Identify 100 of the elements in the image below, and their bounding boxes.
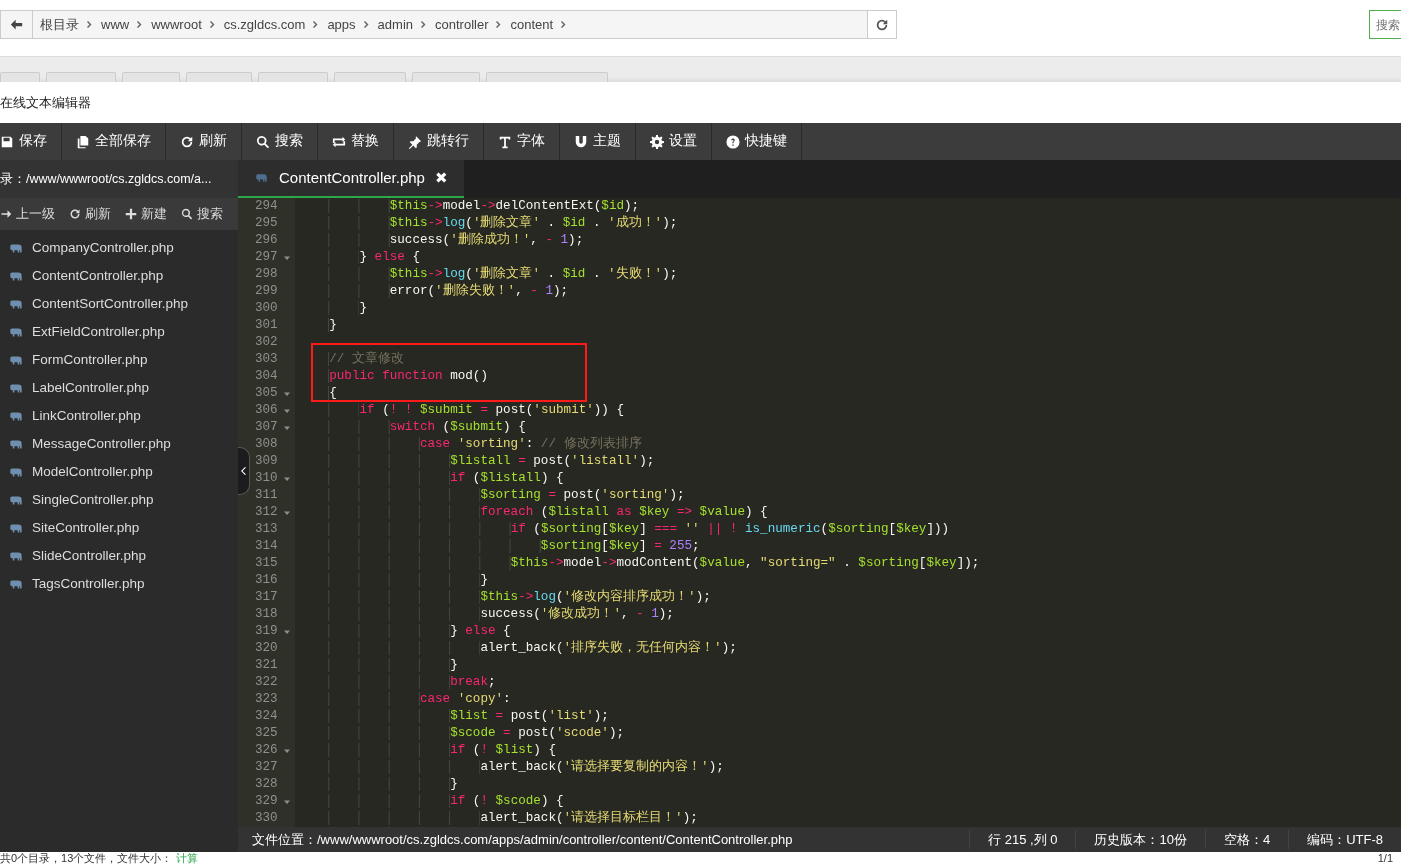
line-number: 320	[254, 640, 279, 657]
code-line: $sorting = post('sorting');	[295, 487, 685, 504]
page-indicator: 1/1	[1377, 852, 1393, 865]
code-line: $this->model->modContent($value, "sorting=" . $sorting[$key]);	[295, 555, 980, 572]
line-number: 306	[254, 402, 279, 419]
line-number: 299	[254, 283, 279, 300]
search-icon	[181, 208, 193, 220]
file-item[interactable]: CompanyController.php	[0, 234, 238, 262]
chevron-icon	[208, 20, 217, 29]
code-line: $listall = post('listall');	[295, 453, 655, 470]
file-item[interactable]: SlideController.php	[0, 542, 238, 570]
elephant-icon	[8, 521, 24, 535]
sidebar-action-button[interactable]: 刷新	[69, 204, 111, 224]
code-line: // 文章修改	[295, 351, 404, 368]
pin-icon	[408, 134, 422, 149]
line-number: 324	[254, 708, 279, 725]
code-line: alert_back('请选择要复制的内容！');	[295, 759, 724, 776]
sidebar-action-button[interactable]: 搜索	[181, 204, 223, 224]
line-number: 315	[254, 555, 279, 572]
code-line: public function mod()	[295, 368, 488, 385]
line-number: 302	[254, 334, 279, 351]
line-number: 296	[254, 232, 279, 249]
line-number: 294	[254, 198, 279, 215]
documents-icon	[76, 134, 90, 149]
breadcrumb-link[interactable]: controller	[428, 14, 496, 35]
refresh-icon	[69, 208, 81, 220]
code-line: if ($sorting[$key] === '' || ! is_numeric($sorting[$key]))	[295, 521, 950, 538]
file-item[interactable]: ExtFieldController.php	[0, 318, 238, 346]
elephant-icon	[8, 549, 24, 563]
chevron-icon	[312, 20, 321, 29]
file-item[interactable]: ContentSortController.php	[0, 290, 238, 318]
code-line: alert_back('请选择目标栏目！');	[295, 810, 698, 827]
code-line: switch ($submit) {	[295, 419, 526, 436]
code-line: $this->log('删除文章' . $id . '失败！');	[295, 266, 678, 283]
elephant-icon	[254, 172, 269, 184]
file-item[interactable]: TagsController.php	[0, 570, 238, 598]
chevron-icon	[86, 20, 94, 29]
file-item[interactable]: LabelController.php	[0, 374, 238, 402]
line-number: 321	[254, 657, 279, 674]
indent-setting: 空格：4	[1204, 829, 1289, 850]
breadcrumb-link[interactable]: apps	[320, 14, 363, 35]
elephant-icon	[8, 437, 24, 451]
code-line: $this->log('修改内容排序成功！');	[295, 589, 711, 606]
sidebar-action-button[interactable]: 上一级	[0, 204, 55, 224]
line-number: 307	[254, 419, 279, 436]
file-item[interactable]: ContentController.php	[0, 262, 238, 290]
editor-tab[interactable]: ContentController.php ✖	[238, 160, 464, 198]
search-icon	[256, 134, 270, 149]
breadcrumb-link[interactable]: 根目录	[33, 14, 86, 35]
breadcrumb-link[interactable]: content	[503, 14, 561, 35]
breadcrumb-link[interactable]: cs.zgldcs.com	[216, 14, 313, 35]
sidebar-action-button[interactable]: 新建	[125, 204, 167, 224]
code-line: success('删除成功！', - 1);	[295, 232, 584, 249]
chevron-icon	[362, 20, 371, 29]
line-number: 327	[254, 759, 279, 776]
code-line: foreach ($listall as $key => $value) {	[295, 504, 768, 521]
code-line: $this->log('删除文章' . $id . '成功！');	[295, 215, 678, 232]
file-item[interactable]: ModelController.php	[0, 458, 238, 486]
line-number: 313	[254, 521, 279, 538]
refresh-button[interactable]	[867, 11, 896, 38]
code-line: if (! $list) {	[295, 742, 556, 759]
line-number: 330	[254, 810, 279, 827]
breadcrumb-link[interactable]: admin	[370, 14, 420, 35]
search-field[interactable]: 搜索	[1369, 10, 1401, 39]
line-number: 305	[254, 385, 279, 402]
line-number: 329	[254, 793, 279, 810]
elephant-icon	[8, 297, 24, 311]
collapse-handle[interactable]	[238, 447, 250, 495]
dialog-title: 在线文本编辑器	[0, 93, 91, 112]
line-number: 301	[254, 317, 279, 334]
line-number: 325	[254, 725, 279, 742]
line-number: 303	[254, 351, 279, 368]
code-line: success('修改成功！', - 1);	[295, 606, 674, 623]
code-line: $this->model->delContentExt($id);	[295, 198, 640, 215]
line-number: 328	[254, 776, 279, 793]
chevron-icon	[239, 466, 248, 476]
text-icon	[498, 134, 512, 149]
breadcrumb-link[interactable]: wwwroot	[144, 14, 209, 35]
encoding: 编码：UTF-8	[1288, 829, 1401, 850]
file-item[interactable]: SiteController.php	[0, 514, 238, 542]
code-line: case 'sorting': // 修改列表排序	[295, 436, 642, 453]
tab-label: ContentController.php	[279, 167, 425, 188]
file-item[interactable]: LinkController.php	[0, 402, 238, 430]
history-versions: 历史版本：10份	[1075, 829, 1205, 850]
elephant-icon	[8, 409, 24, 423]
plus-icon	[125, 208, 137, 220]
code-line: error('删除失败！', - 1);	[295, 283, 569, 300]
file-item[interactable]: MessageController.php	[0, 430, 238, 458]
code-line: alert_back('排序失败，无任何内容！');	[295, 640, 737, 657]
elephant-icon	[8, 325, 24, 339]
help-icon	[726, 134, 740, 149]
breadcrumb-link[interactable]: www	[94, 14, 137, 35]
magnet-icon	[574, 134, 588, 149]
line-number: 316	[254, 572, 279, 589]
code-line: if ($listall) {	[295, 470, 564, 487]
elephant-icon	[8, 577, 24, 591]
file-item[interactable]: FormController.php	[0, 346, 238, 374]
close-button[interactable]: ✖	[434, 166, 448, 190]
code-line: } else {	[295, 249, 420, 266]
file-item[interactable]: SingleController.php	[0, 486, 238, 514]
